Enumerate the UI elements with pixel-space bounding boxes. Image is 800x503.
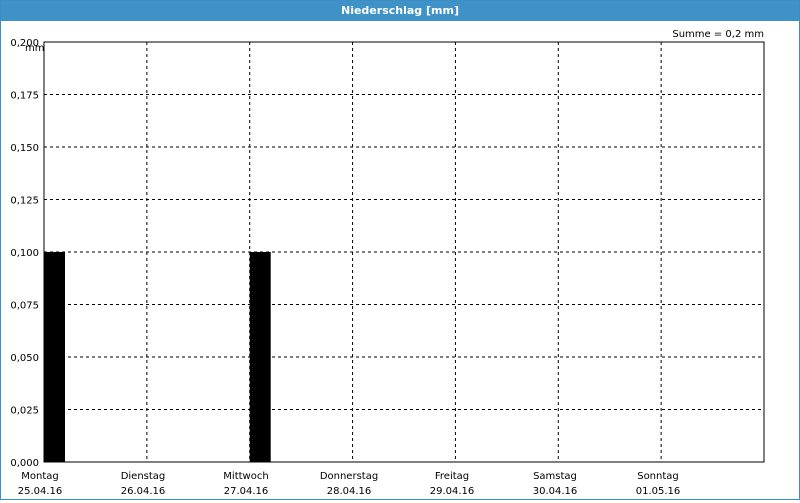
x-tick-label-day: Sonntag	[637, 471, 679, 482]
x-tick-label-date: 28.04.16	[327, 486, 372, 497]
bar-mittwoch	[249, 252, 271, 462]
x-tick-label-date: 26.04.16	[121, 486, 166, 497]
y-tick-label: 0,200	[10, 38, 39, 49]
x-tick-label-date: 30.04.16	[533, 486, 578, 497]
x-tick-label-day: Mittwoch	[223, 471, 268, 482]
bar-montag	[44, 252, 65, 462]
precipitation-chart: Summe = 0,2 mm mm 0,0000,0250,0500,0750,…	[10, 29, 765, 497]
chart-area: Summe = 0,2 mm mm 0,000 0,025 0,050 0,075 0,…	[1, 21, 799, 499]
x-tick-label-date: 01.05.16	[636, 486, 681, 497]
x-tick-label-day: Freitag	[435, 471, 469, 482]
x-tick-label-day: Donnerstag	[320, 471, 378, 482]
sum-label: Summe = 0,2 mm	[672, 29, 764, 40]
chart-window: Niederschlag [mm] Summe = 0,2 mm mm 0,00…	[0, 0, 800, 500]
y-tick-label: 0,175	[10, 91, 39, 102]
x-tick-label-day: Samstag	[533, 471, 577, 482]
y-tick-label: 0,075	[10, 301, 39, 312]
x-tick-label-day: Dienstag	[121, 471, 166, 482]
y-tick-label: 0,100	[10, 248, 39, 259]
x-tick-label-day: Montag	[21, 471, 58, 482]
y-tick-label: 0,050	[10, 353, 39, 364]
x-tick-label-date: 27.04.16	[224, 486, 269, 497]
y-tick-label: 0,000	[10, 458, 39, 469]
x-tick-label-date: 25.04.16	[18, 486, 63, 497]
y-tick-label: 0,025	[10, 406, 39, 417]
x-tick-label-date: 29.04.16	[430, 486, 475, 497]
y-tick-label: 0,150	[10, 143, 39, 154]
y-tick-label: 0,125	[10, 196, 39, 207]
chart-title: Niederschlag [mm]	[1, 1, 799, 21]
